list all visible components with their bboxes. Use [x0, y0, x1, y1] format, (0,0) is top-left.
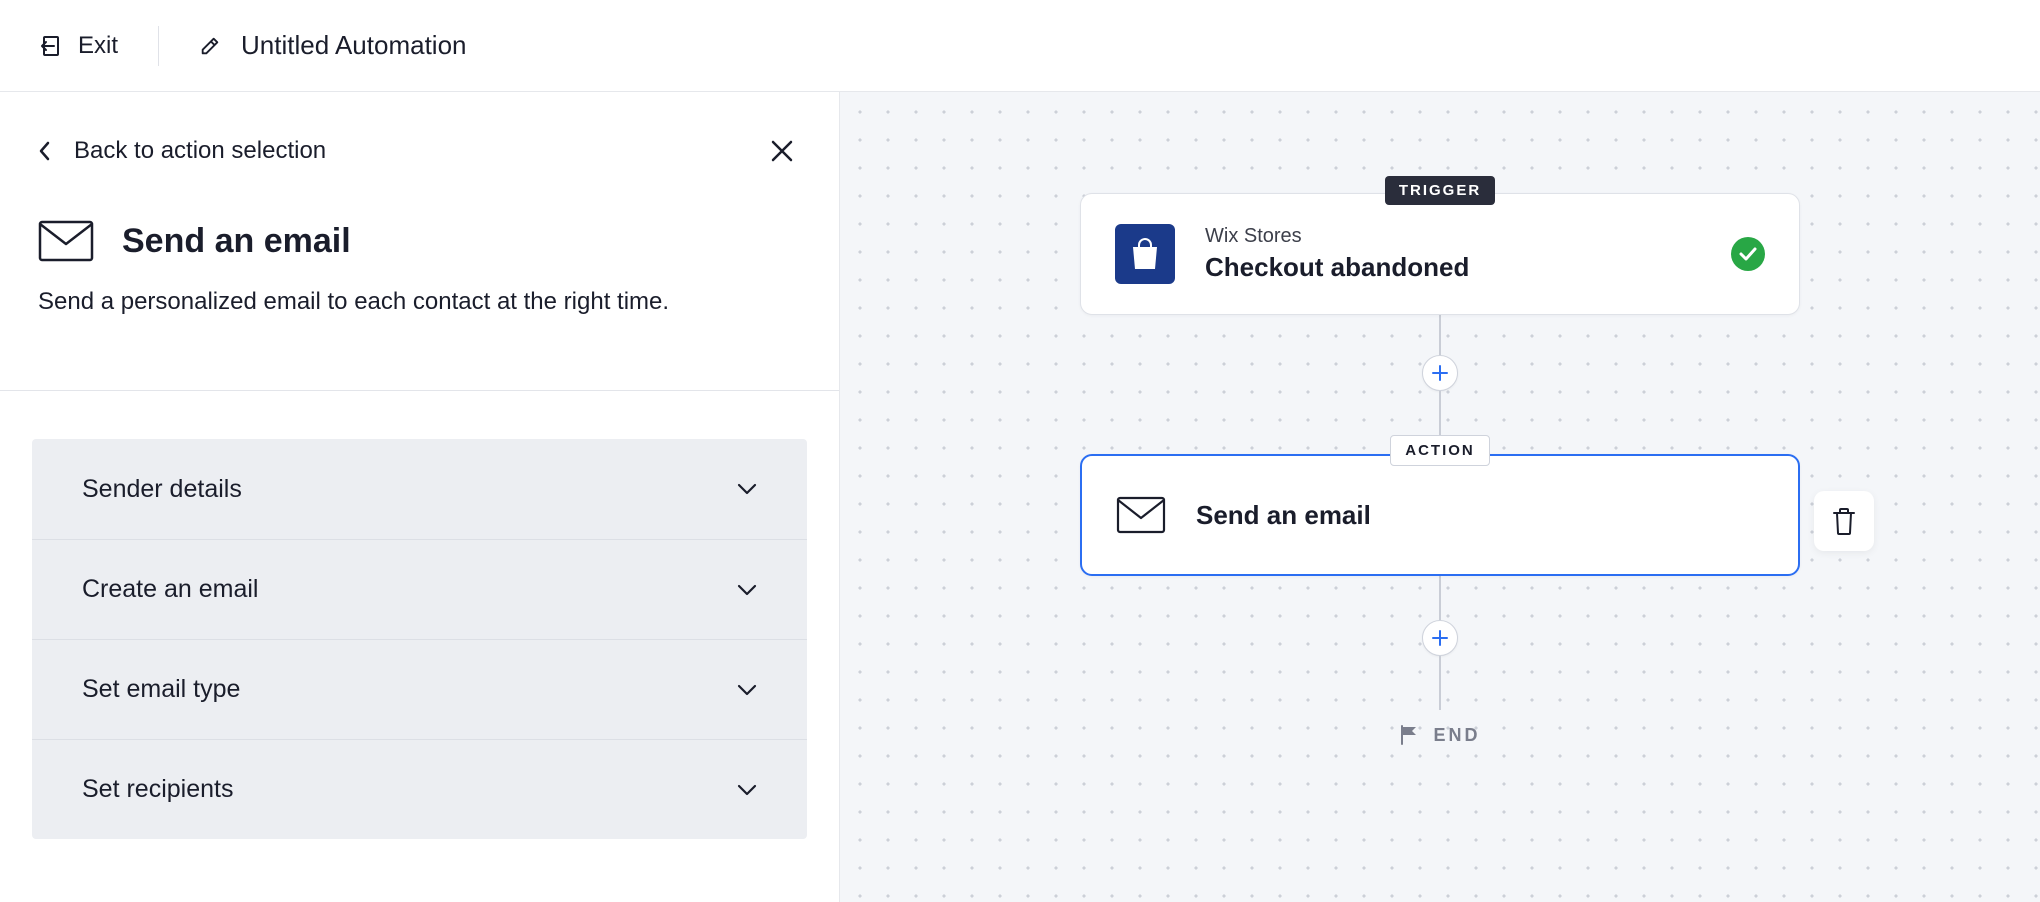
- check-circle-icon: [1731, 237, 1765, 271]
- plus-icon: [1431, 629, 1449, 647]
- flow-end: END: [1399, 724, 1480, 746]
- exit-label: Exit: [78, 32, 118, 60]
- chevron-down-icon: [737, 483, 757, 495]
- accordion-wrap: Sender details Create an email Set email…: [0, 391, 839, 839]
- trigger-app-name: Wix Stores: [1205, 225, 1469, 248]
- accordion-item-create-email[interactable]: Create an email: [32, 539, 807, 639]
- add-step-button-top[interactable]: [1422, 355, 1458, 391]
- automation-title-button[interactable]: Untitled Automation: [199, 30, 466, 61]
- accordion-item-sender-details[interactable]: Sender details: [32, 439, 807, 539]
- flow-column: TRIGGER Wix Stores Checkout abandoned: [1080, 176, 1800, 746]
- panel-header-row: Back to action selection: [38, 132, 801, 170]
- action-card[interactable]: Send an email: [1080, 454, 1800, 576]
- end-label: END: [1433, 725, 1480, 746]
- envelope-icon: [38, 220, 94, 262]
- action-card-text: Send an email: [1196, 500, 1371, 531]
- edit-icon: [199, 35, 221, 57]
- accordion-item-label: Sender details: [82, 475, 242, 504]
- envelope-icon: [1116, 496, 1166, 534]
- top-bar: Exit Untitled Automation: [0, 0, 2040, 92]
- shopping-bag-icon: [1115, 224, 1175, 284]
- plus-icon: [1431, 364, 1449, 382]
- add-step-button-bottom[interactable]: [1422, 620, 1458, 656]
- action-title: Send an email: [1196, 500, 1371, 531]
- panel-description: Send a personalized email to each contac…: [38, 284, 678, 320]
- accordion-item-label: Create an email: [82, 575, 258, 604]
- chevron-down-icon: [737, 584, 757, 596]
- connector-line: [1439, 656, 1441, 710]
- trigger-card[interactable]: Wix Stores Checkout abandoned: [1080, 193, 1800, 315]
- trash-icon: [1831, 506, 1857, 536]
- automation-canvas[interactable]: TRIGGER Wix Stores Checkout abandoned: [840, 92, 2040, 902]
- flag-icon: [1399, 724, 1419, 746]
- back-label: Back to action selection: [74, 137, 326, 165]
- accordion-item-set-recipients[interactable]: Set recipients: [32, 739, 807, 839]
- accordion-item-label: Set email type: [82, 675, 240, 704]
- main-area: Back to action selection: [0, 92, 2040, 902]
- chevron-left-icon: [38, 140, 52, 162]
- connector-line: [1439, 315, 1441, 355]
- config-panel: Back to action selection: [0, 92, 840, 902]
- accordion: Sender details Create an email Set email…: [32, 439, 807, 839]
- back-to-action-selection[interactable]: Back to action selection: [38, 137, 326, 165]
- action-badge: ACTION: [1390, 435, 1490, 466]
- connector-line: [1439, 576, 1441, 620]
- exit-icon: [40, 34, 64, 58]
- panel-title-row: Send an email: [38, 220, 801, 262]
- close-panel-button[interactable]: [763, 132, 801, 170]
- connector-line: [1439, 391, 1441, 435]
- accordion-item-label: Set recipients: [82, 775, 233, 804]
- panel-title: Send an email: [122, 222, 351, 261]
- close-icon: [769, 138, 795, 164]
- action-card-wrap: Send an email: [1080, 466, 1800, 576]
- chevron-down-icon: [737, 684, 757, 696]
- trigger-badge: TRIGGER: [1385, 176, 1495, 205]
- trigger-card-text: Wix Stores Checkout abandoned: [1205, 225, 1469, 283]
- panel-header: Back to action selection: [0, 92, 839, 348]
- chevron-down-icon: [737, 784, 757, 796]
- topbar-divider: [158, 26, 159, 66]
- exit-button[interactable]: Exit: [40, 32, 118, 60]
- accordion-item-set-email-type[interactable]: Set email type: [32, 639, 807, 739]
- trigger-event-name: Checkout abandoned: [1205, 252, 1469, 283]
- automation-title: Untitled Automation: [241, 30, 466, 61]
- delete-action-button[interactable]: [1814, 491, 1874, 551]
